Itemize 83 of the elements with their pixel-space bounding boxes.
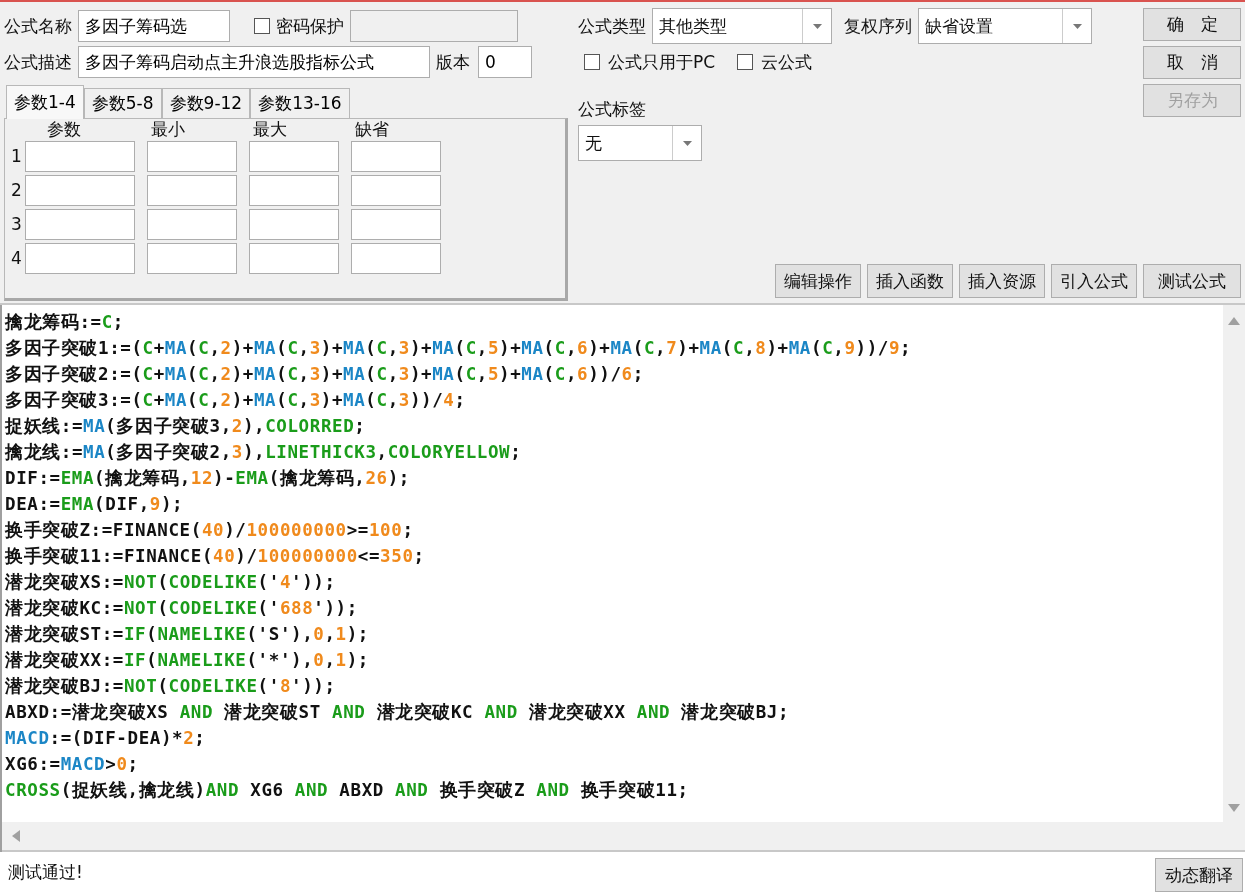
- status-message: 测试通过!: [7, 860, 84, 884]
- parameter-field[interactable]: [351, 140, 441, 172]
- field-label: 公式描述: [4, 50, 72, 74]
- code-line: CROSS(捉妖线,擒龙线)AND XG6 AND ABXD AND 换手突破Z AND 换手突破11;: [5, 779, 690, 802]
- row-number: 3: [11, 214, 23, 234]
- code-line: 潜龙突破BJ:=NOT(CODELIKE('8'));: [5, 675, 337, 698]
- checkbox[interactable]: [254, 18, 270, 34]
- code-line: 换手突破Z:=FINANCE(40)/100000000>=100;: [5, 519, 415, 542]
- code-line: ABXD:=潜龙突破XS AND 潜龙突破ST AND 潜龙突破KC AND 潜龙突破XX AND 潜龙突破BJ;: [5, 701, 791, 724]
- code-line: 擒龙线:=MA(多因子突破2,3),LINETHICK3,COLORYELLOW;: [5, 441, 523, 464]
- column-header: 最小: [150, 117, 186, 141]
- row-number: 4: [11, 248, 23, 268]
- parameter-field[interactable]: [147, 174, 237, 206]
- parameter-field[interactable]: [249, 174, 339, 206]
- parameter-field[interactable]: [25, 140, 135, 172]
- dropdown-arrow-icon: [1072, 23, 1082, 29]
- parameter-field[interactable]: [249, 242, 339, 274]
- code-line: 多因子突破1:=(C+MA(C,2)+MA(C,3)+MA(C,3)+MA(C,5)+MA(C,6)+MA(C,7)+MA(C,8)+MA(C,9))/9;: [5, 337, 913, 360]
- code-line: XG6:=MACD>0;: [5, 753, 140, 776]
- parameter-field[interactable]: [249, 208, 339, 240]
- toolbar-button[interactable]: 插入资源: [959, 264, 1045, 298]
- toolbar-button[interactable]: 测试公式: [1143, 264, 1241, 298]
- code-line: MACD:=(DIF-DEA)*2;: [5, 727, 207, 750]
- parameter-field[interactable]: [249, 140, 339, 172]
- toolbar-button[interactable]: 插入函数: [867, 264, 953, 298]
- field-label: 公式标签: [578, 98, 647, 121]
- name-field[interactable]: 多因子筹码选: [78, 10, 230, 42]
- tab[interactable]: 参数9-12: [161, 88, 251, 118]
- version-field[interactable]: 0: [478, 46, 532, 78]
- tab[interactable]: 参数1-4: [6, 85, 84, 119]
- parameter-field[interactable]: [147, 208, 237, 240]
- dialog-button[interactable]: 确 定: [1143, 8, 1241, 41]
- checkbox-label: 公式只用于PC: [608, 50, 716, 74]
- column-header: 缺省: [354, 117, 390, 141]
- parameter-field[interactable]: [351, 208, 441, 240]
- tab[interactable]: 参数5-8: [83, 88, 162, 118]
- code-line: 潜龙突破KC:=NOT(CODELIKE('688'));: [5, 597, 359, 620]
- toolbar-button[interactable]: 编辑操作: [775, 264, 861, 298]
- tab[interactable]: 参数13-16: [250, 88, 350, 118]
- code-editor[interactable]: [0, 305, 1245, 852]
- parameter-field[interactable]: [351, 174, 441, 206]
- parameter-field[interactable]: [25, 174, 135, 206]
- parameter-field[interactable]: [351, 242, 441, 274]
- rights-dropdown[interactable]: 缺省设置: [918, 8, 1092, 44]
- scroll-left-icon[interactable]: [12, 830, 20, 842]
- vertical-scrollbar[interactable]: [1223, 305, 1245, 822]
- code-line: 多因子突破2:=(C+MA(C,2)+MA(C,3)+MA(C,3)+MA(C,5)+MA(C,6))/6;: [5, 363, 645, 386]
- field-label: 公式名称: [4, 14, 72, 38]
- checkbox-label: 密码保护: [276, 14, 344, 38]
- code-line: DEA:=EMA(DIF,9);: [5, 493, 185, 516]
- dropdown-arrow-icon: [682, 140, 692, 146]
- field-label: 公式类型: [578, 14, 646, 38]
- code-line: 潜龙突破XX:=IF(NAMELIKE('*'),0,1);: [5, 649, 370, 672]
- scroll-down-icon[interactable]: [1228, 804, 1240, 812]
- tag-dropdown[interactable]: 无: [578, 125, 702, 161]
- code-line: 换手突破11:=FINANCE(40)/100000000<=350;: [5, 545, 426, 568]
- column-header: 最大: [252, 117, 288, 141]
- toolbar-button[interactable]: 引入公式: [1051, 264, 1137, 298]
- checkbox-label: 云公式: [761, 50, 813, 74]
- type-dropdown[interactable]: 其他类型: [652, 8, 832, 44]
- code-line: 潜龙突破ST:=IF(NAMELIKE('S'),0,1);: [5, 623, 370, 646]
- code-line: DIF:=EMA(擒龙筹码,12)-EMA(擒龙筹码,26);: [5, 467, 411, 490]
- horizontal-scrollbar[interactable]: [2, 822, 1245, 852]
- parameter-field[interactable]: [25, 242, 135, 274]
- column-header: 参数: [46, 117, 82, 141]
- description-field[interactable]: 多因子筹码启动点主升浪选股指标公式: [78, 46, 430, 78]
- checkbox[interactable]: [737, 54, 754, 70]
- parameter-field[interactable]: [25, 208, 135, 240]
- dialog-button[interactable]: 取 消: [1143, 46, 1241, 79]
- field-label: 版本: [436, 50, 470, 74]
- scroll-up-icon[interactable]: [1228, 317, 1240, 325]
- code-line: 潜龙突破XS:=NOT(CODELIKE('4'));: [5, 571, 337, 594]
- code-line: 擒龙筹码:=C;: [5, 311, 125, 334]
- code-line: 捉妖线:=MA(多因子突破3,2),COLORRED;: [5, 415, 367, 438]
- checkbox[interactable]: [584, 54, 600, 70]
- row-number: 1: [11, 146, 23, 166]
- field-label: 复权序列: [844, 14, 912, 38]
- code-line: 多因子突破3:=(C+MA(C,2)+MA(C,3)+MA(C,3))/4;: [5, 389, 467, 412]
- translate-button[interactable]: 动态翻译: [1155, 858, 1243, 892]
- parameter-field[interactable]: [147, 140, 237, 172]
- dropdown-arrow-icon: [812, 23, 822, 29]
- parameter-field[interactable]: [147, 242, 237, 274]
- row-number: 2: [11, 180, 23, 200]
